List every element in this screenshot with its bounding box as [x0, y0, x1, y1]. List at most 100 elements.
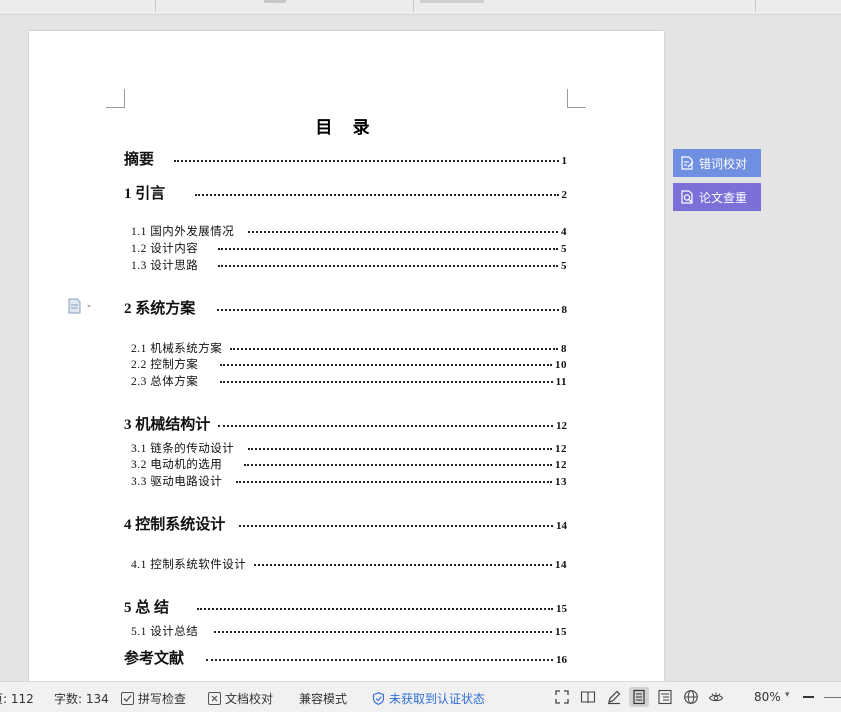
doc-proof-label: 文档校对 — [225, 692, 274, 706]
document-page[interactable]: 目 录 摘要 1 1 引言 2 1.1 国内外发展情况 4 1.2 设计内容 5… — [29, 31, 664, 691]
toc-entry-page: 12 — [556, 420, 567, 432]
toc-entry-label: 参考文献 — [124, 651, 185, 667]
outline-view-icon[interactable] — [655, 687, 675, 707]
typo-check-icon — [681, 156, 694, 170]
toc-entry-label: 1.2 设计内容 — [131, 243, 199, 255]
toc-entry-label: 4 控制系统设计 — [124, 517, 226, 533]
toc-entry[interactable]: 5 总 结 15 — [124, 596, 567, 617]
read-mode-icon[interactable] — [578, 687, 598, 707]
web-view-icon[interactable] — [681, 687, 701, 707]
toc-entry[interactable]: 1 引言 2 — [124, 182, 567, 203]
pen-icon[interactable] — [604, 687, 624, 707]
status-bar: 页: 112 字数: 134 拼写检查 文档校对 兼容模式 未获取到认证状态 — [0, 681, 841, 712]
toc-entry-label: 5 总 结 — [124, 600, 170, 616]
toc-entry[interactable]: 5.1 设计总结 15 — [131, 623, 567, 639]
toc-entry[interactable]: 3.2 电动机的选用 12 — [131, 456, 567, 472]
toc-entry-page: 11 — [555, 376, 567, 388]
toc-leader-dots — [236, 481, 552, 483]
toc-entry-label: 3 机械结构计 — [124, 417, 211, 433]
zoom-level[interactable]: 80% — [754, 690, 781, 704]
toc-leader-dots — [174, 160, 559, 162]
doc-proof-button[interactable]: 文档校对 — [208, 690, 273, 707]
toc-entry[interactable]: 1.3 设计思路 5 — [131, 257, 567, 273]
toc-entry[interactable]: 1.2 设计内容 5 — [131, 240, 567, 256]
toc-entry[interactable]: 3.3 驱动电路设计 13 — [131, 473, 567, 489]
toc-entry-label: 1.1 国内外发展情况 — [131, 226, 235, 238]
toc-leader-dots — [218, 265, 558, 267]
toc-entry-page: 13 — [555, 476, 567, 488]
toc-entry[interactable]: 1.1 国内外发展情况 4 — [131, 223, 567, 239]
toc-entry[interactable]: 3 机械结构计 12 — [124, 413, 567, 434]
toc-entry[interactable]: 4 控制系统设计 14 — [124, 513, 567, 534]
toc-entry-label: 2 系统方案 — [124, 301, 196, 317]
toc-entry-page: 12 — [555, 459, 567, 471]
toc-leader-dots — [244, 464, 552, 466]
toc-leader-dots — [248, 448, 552, 450]
doc-proof-icon — [208, 692, 221, 705]
toc-entry-page: 12 — [555, 443, 567, 455]
compat-mode[interactable]: 兼容模式 — [299, 690, 347, 707]
toc-entry-label: 3.1 链条的传动设计 — [131, 443, 235, 455]
fullscreen-icon[interactable] — [552, 687, 572, 707]
page-count[interactable]: 页: 112 — [0, 690, 34, 707]
toc-title: 目 录 — [315, 118, 378, 137]
cert-status[interactable]: 未获取到认证状态 — [372, 690, 485, 707]
paper-check-icon — [681, 190, 693, 204]
toc-entry-page: 16 — [556, 654, 567, 666]
cert-status-label: 未获取到认证状态 — [389, 692, 486, 706]
toc-leader-dots — [197, 608, 553, 610]
spell-check-icon — [121, 692, 134, 705]
toc-leader-dots — [248, 231, 558, 233]
zoom-out-icon[interactable] — [803, 696, 814, 698]
toc-entry-page: 10 — [555, 359, 567, 371]
toc-entry-label: 1.3 设计思路 — [131, 260, 199, 272]
toc-entry-page: 1 — [561, 155, 568, 167]
toc-entry-page: 14 — [555, 559, 567, 571]
zoom-dropdown-icon[interactable]: ▾ — [785, 690, 790, 700]
spell-check-button[interactable]: 拼写检查 — [121, 690, 186, 707]
toc-entry-label: 1 引言 — [124, 186, 166, 202]
toc-entry[interactable]: 3.1 链条的传动设计 12 — [131, 440, 567, 456]
toc-entry[interactable]: 2 系统方案 8 — [124, 297, 567, 318]
toc-entry[interactable]: 4.1 控制系统软件设计 14 — [131, 556, 567, 572]
toc-leader-dots — [218, 425, 553, 427]
toc-leader-dots — [220, 364, 552, 366]
margin-corner-mark — [106, 89, 125, 108]
toc-entry[interactable]: 2.2 控制方案 10 — [131, 356, 567, 372]
toc-entry-label: 2.1 机械系统方案 — [131, 343, 223, 355]
typo-check-label: 错词校对 — [699, 156, 748, 171]
toc-entry-label: 2.2 控制方案 — [131, 359, 199, 371]
toc-leader-dots — [195, 194, 559, 196]
toc-entry[interactable]: 2.1 机械系统方案 8 — [131, 340, 567, 356]
toc-leader-dots — [217, 309, 559, 311]
toolbar-segment — [0, 0, 156, 12]
paper-check-label: 论文查重 — [699, 190, 748, 205]
toc-entry-page: 8 — [561, 343, 567, 355]
toolbar-segment — [415, 0, 756, 12]
eye-protect-icon[interactable] — [706, 687, 726, 707]
toc-entry[interactable]: 2.3 总体方案 11 — [131, 373, 567, 389]
toc-entry[interactable]: 参考文献 16 — [124, 647, 567, 668]
spell-check-label: 拼写检查 — [138, 692, 187, 706]
toc-entry-page: 8 — [561, 304, 568, 316]
toc-entry-label: 4.1 控制系统软件设计 — [131, 559, 247, 571]
toc-entry-page: 5 — [561, 243, 567, 255]
typo-check-button[interactable]: 错词校对 — [673, 149, 761, 177]
shield-icon — [372, 692, 385, 705]
toc-leader-dots — [220, 381, 553, 383]
toc-leader-dots — [214, 631, 552, 633]
toc-entry-page: 15 — [555, 626, 567, 638]
toc-entry[interactable]: 摘要 1 — [124, 148, 567, 169]
toc-entry-label: 2.3 总体方案 — [131, 376, 199, 388]
paragraph-handle-icon[interactable] — [68, 298, 96, 314]
toc-entry-label: 3.3 驱动电路设计 — [131, 476, 223, 488]
toc-entry-page: 15 — [556, 603, 567, 615]
zoom-slider[interactable] — [824, 697, 841, 698]
toc-entry-label: 3.2 电动机的选用 — [131, 459, 223, 471]
toc-entry-page: 14 — [556, 520, 567, 532]
page-view-icon[interactable] — [629, 687, 649, 707]
word-count[interactable]: 字数: 134 — [54, 690, 109, 707]
toc-entry-page: 5 — [561, 260, 567, 272]
toc-leader-dots — [230, 348, 558, 350]
paper-check-button[interactable]: 论文查重 — [673, 183, 761, 211]
